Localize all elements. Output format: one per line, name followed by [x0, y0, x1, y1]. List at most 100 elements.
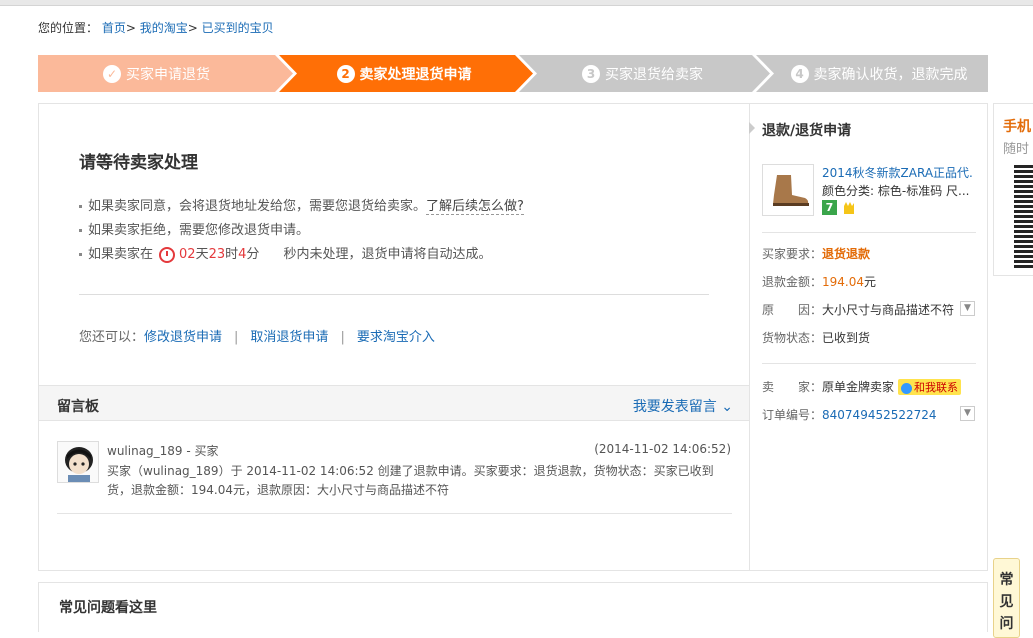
breadcrumb-home[interactable]: 首页: [102, 21, 126, 35]
status-line-1: 如果卖家同意，会将退货地址发给您，需要您退货给卖家。了解后续怎么做?: [79, 195, 524, 215]
step-4: 4 卖家确认收货，退款完成: [770, 55, 988, 92]
countdown-days: 02: [179, 247, 196, 262]
avatar: [57, 441, 99, 483]
buyer-request-row: 买家要求：退货退款: [762, 245, 870, 262]
refund-amount-row: 退款金额：194.04元: [762, 273, 876, 290]
reason-label: 原 因：: [762, 303, 823, 317]
refund-amount-label: 退款金额：: [762, 275, 823, 289]
countdown-hours: 23: [208, 247, 226, 262]
status-title: 请等待卖家处理: [79, 153, 198, 173]
step-3: 3 买家退货给卖家: [533, 55, 752, 92]
mobile-promo-title: 手机: [1003, 119, 1031, 135]
actions-label: 您还可以：: [79, 330, 145, 345]
chevron-down-icon: ⌄: [721, 399, 733, 415]
actions-sep: |: [234, 330, 239, 345]
goods-status-row: 货物状态：已收到货: [762, 329, 870, 346]
message-board-title: 留言板: [57, 399, 99, 415]
order-number-row: 订单编号：840749452522724: [762, 406, 937, 423]
progress-steps: ✓ 买家申请退货 2 卖家处理退货申请 3 买家退货给卖家 4 卖家确认收货，退款完成: [38, 55, 988, 92]
message-user: wulinag_189 - 买家: [107, 444, 219, 458]
order-expand-icon[interactable]: ▼: [960, 406, 975, 421]
buyer-request-value: 退货退款: [822, 247, 871, 261]
product-attributes: 颜色分类: 棕色-标准码 尺...: [822, 184, 970, 198]
status-line-3-pre: 如果卖家在: [88, 247, 154, 262]
breadcrumb-sep: >: [187, 21, 198, 35]
divider: [762, 363, 976, 364]
step-4-number: 4: [790, 64, 809, 83]
cancel-request-link[interactable]: 取消退货申请: [250, 330, 328, 345]
guarantee-icon: [841, 200, 856, 215]
step-3-label: 买家退货给卖家: [605, 66, 703, 83]
seller-label: 卖 家：: [762, 380, 823, 394]
refund-summary-title: 退款/退货申请: [762, 123, 852, 139]
step-1: ✓ 买家申请退货: [38, 55, 275, 92]
mobile-promo: 手机 随时: [993, 103, 1033, 276]
divider: [762, 232, 976, 233]
message-body: 买家（wulinag_189）于 2014-11-02 14:06:52 创建了…: [107, 464, 714, 497]
status-line-3-post: 内未处理，退货申请将自动达成。: [296, 247, 492, 262]
avatar-image: [65, 447, 93, 482]
check-icon: ✓: [103, 64, 121, 83]
refund-summary: 退款/退货申请 2014秋冬新款ZARA正品代... 颜色分类: 棕色-标准码 …: [749, 104, 987, 570]
step-3-number: 3: [582, 64, 600, 83]
breadcrumb-my-taobao[interactable]: 我的淘宝: [140, 21, 188, 35]
chat-icon: [901, 382, 913, 394]
reason-value: 大小尺寸与商品描述不符: [822, 303, 955, 317]
contact-seller-label: 和我联系: [914, 381, 959, 394]
status-panel: 请等待卖家处理 如果卖家同意，会将退货地址发给您，需要您退货给卖家。了解后续怎么…: [39, 104, 750, 570]
seller-value: 原单金牌卖家: [822, 380, 895, 394]
status-line-3: 如果卖家在 02天23时4分 秒内未处理，退货申请将自动达成。: [79, 243, 491, 263]
contact-seller-button[interactable]: 和我联系: [898, 379, 962, 395]
learn-next-link[interactable]: 了解后续怎么做?: [426, 199, 524, 215]
seven-day-return-badge: 7: [822, 200, 837, 215]
actions-sep: |: [340, 330, 345, 345]
divider: [79, 294, 709, 295]
mobile-promo-sub: 随时: [1003, 142, 1030, 157]
post-message-button[interactable]: 我要发表留言 ⌄: [633, 396, 733, 416]
step-1-label: 买家申请退货: [126, 66, 210, 83]
faq-title: 常见问题看这里: [59, 600, 157, 616]
countdown-minutes-unit: 分: [246, 247, 260, 262]
timer-icon: [159, 246, 176, 263]
status-line-2-text: 如果卖家拒绝，需要您修改退货申请。: [88, 223, 310, 238]
bullet-icon: [79, 253, 82, 256]
message-board-header: 留言板 我要发表留言 ⌄: [39, 385, 749, 421]
hand-icon: [844, 202, 854, 214]
arrow-icon: [749, 122, 755, 134]
reason-expand-icon[interactable]: ▼: [960, 301, 975, 316]
seller-row: 卖 家：原单金牌卖家 和我联系: [762, 378, 962, 395]
step-2-number: 2: [336, 64, 355, 83]
step-2: 2 卖家处理退货申请: [293, 55, 515, 92]
status-line-2: 如果卖家拒绝，需要您修改退货申请。: [79, 219, 309, 238]
refund-amount-unit: 元: [864, 275, 877, 289]
faq-side-tab[interactable]: 常见问: [993, 558, 1020, 638]
breadcrumb-purchased[interactable]: 已买到的宝贝: [202, 21, 274, 35]
refund-amount-value: 194.04: [822, 275, 865, 289]
step-2-label: 卖家处理退货申请: [359, 66, 472, 83]
qr-code-icon: [1014, 164, 1033, 268]
breadcrumb-sep: >: [125, 21, 136, 35]
product-thumbnail[interactable]: [762, 164, 814, 216]
message-time: (2014-11-02 14:06:52): [594, 442, 731, 456]
status-line-1-text: 如果卖家同意，会将退货地址发给您，需要您退货给卖家。: [88, 199, 427, 214]
faq-panel: 常见问题看这里: [38, 582, 988, 632]
order-number-link[interactable]: 840749452522724: [822, 408, 937, 422]
product-name-link[interactable]: 2014秋冬新款ZARA正品代...: [822, 164, 972, 181]
bullet-icon: [79, 229, 82, 232]
top-border: [0, 0, 1033, 6]
goods-status-value: 已收到货: [822, 331, 871, 345]
reason-row: 原 因：大小尺寸与商品描述不符: [762, 301, 954, 318]
post-message-label: 我要发表留言: [632, 399, 717, 415]
order-number-label: 订单编号：: [762, 408, 823, 422]
actions-bar: 您还可以：修改退货申请 | 取消退货申请 | 要求淘宝介入: [79, 326, 447, 345]
buyer-request-label: 买家要求：: [762, 247, 823, 261]
request-intervention-link[interactable]: 要求淘宝介入: [357, 330, 435, 345]
goods-status-label: 货物状态：: [762, 331, 823, 345]
boot-image: [773, 175, 809, 206]
countdown-hours-unit: 时: [225, 247, 239, 262]
breadcrumb: 您的位置： 首页> 我的淘宝> 已买到的宝贝: [38, 19, 274, 36]
divider: [57, 513, 732, 514]
main-panel: 请等待卖家处理 如果卖家同意，会将退货地址发给您，需要您退货给卖家。了解后续怎么…: [38, 103, 988, 571]
modify-request-link[interactable]: 修改退货申请: [144, 330, 222, 345]
breadcrumb-label: 您的位置：: [38, 21, 99, 35]
